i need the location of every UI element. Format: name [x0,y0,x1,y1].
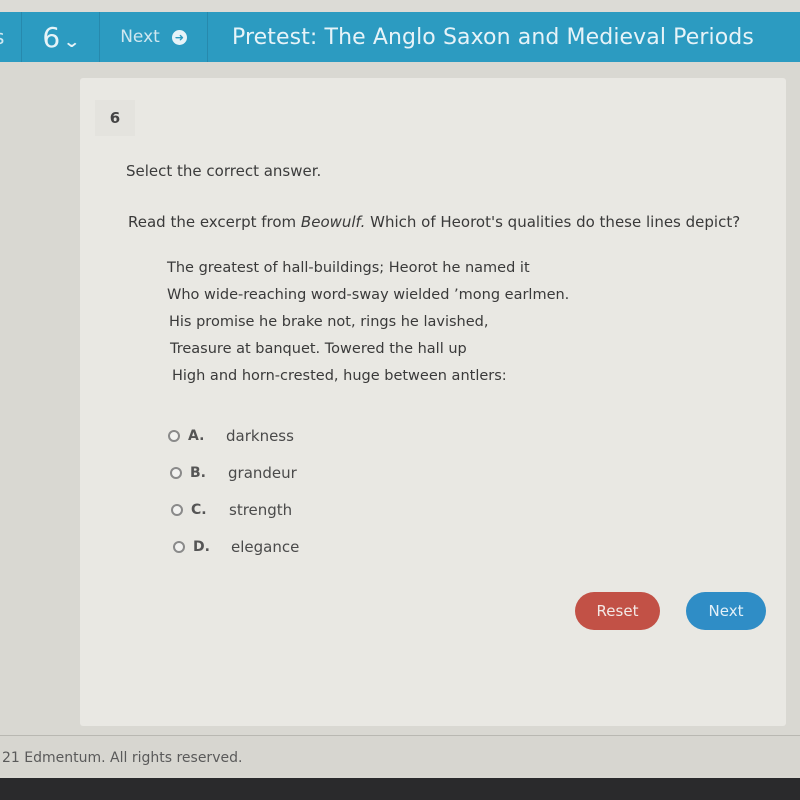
choice-text: grandeur [228,463,297,482]
question-number-badge: 6 [95,100,135,136]
choice-b[interactable]: B. grandeur [170,454,299,491]
previous-section-button[interactable]: s [0,12,22,62]
question-selector[interactable]: 6 ⌄ [22,12,100,62]
next-button[interactable]: Next [686,592,766,630]
previous-section-label: s [0,25,4,49]
excerpt-line: Who wide-reaching word-sway wielded ’mon… [167,287,570,303]
choice-d[interactable]: D. elegance [173,528,299,565]
bottom-bar [0,778,800,800]
top-strip [0,0,800,12]
question-prompt: Read the excerpt from Beowulf. Which of … [128,213,740,231]
choice-a[interactable]: A. darkness [168,417,299,454]
arrow-right-circle-icon: ➜ [171,29,187,45]
question-instruction: Select the correct answer. [126,162,322,180]
radio-button[interactable] [173,540,185,553]
radio-button[interactable] [171,503,183,516]
header-next-label: Next [120,27,160,47]
excerpt-line: The greatest of hall-buildings; Heorot h… [167,260,530,276]
prompt-lead: Read the excerpt from [128,213,301,231]
choice-text: darkness [226,426,294,445]
excerpt-line: Treasure at banquet. Towered the hall up [170,341,467,357]
choice-text: elegance [231,537,300,556]
prompt-question: Which of Heorot's qualities do these lin… [365,213,741,231]
choice-letter: C. [191,501,207,518]
excerpt-block: The greatest of hall-buildings; Heorot h… [167,255,569,390]
reset-button[interactable]: Reset [575,592,660,630]
answer-choices: A. darkness B. grandeur C. strength D. e… [168,417,299,565]
choice-letter: A. [188,427,205,444]
copyright-text: 21 Edmentum. All rights reserved. [2,750,243,766]
choice-text: strength [229,500,293,519]
prompt-work-title: Beowulf. [300,213,366,231]
choice-c[interactable]: C. strength [171,491,299,528]
excerpt-line: His promise he brake not, rings he lavis… [169,314,489,330]
radio-button[interactable] [170,466,182,479]
current-question-number: 6 [42,20,61,54]
choice-letter: D. [193,538,210,555]
choice-letter: B. [190,464,206,481]
page-title: Pretest: The Anglo Saxon and Medieval Pe… [232,24,754,50]
chevron-down-icon: ⌄ [63,31,81,51]
header-bar: s 6 ⌄ Next ➜ Pretest: The Anglo Saxon an… [0,12,800,62]
footer: 21 Edmentum. All rights reserved. [0,735,800,776]
header-next-button[interactable]: Next ➜ [100,12,208,62]
radio-button[interactable] [168,429,180,442]
excerpt-line: High and horn-crested, huge between antl… [172,368,507,384]
